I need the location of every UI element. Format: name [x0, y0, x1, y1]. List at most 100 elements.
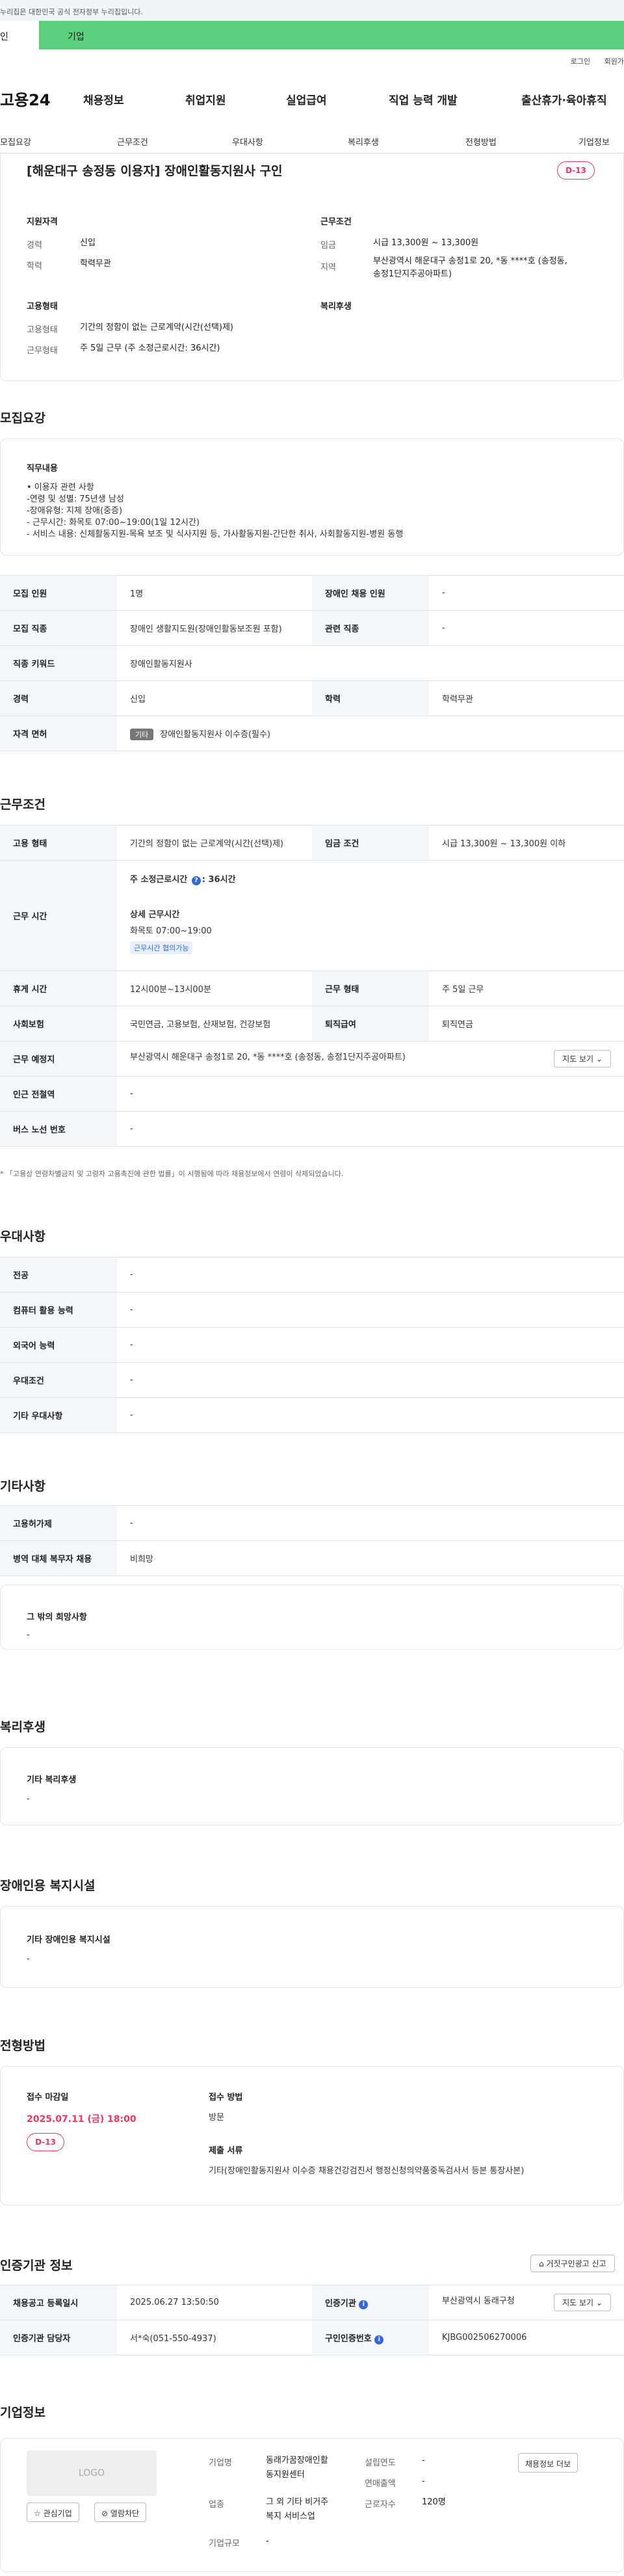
duty-heading: 직무내용	[27, 464, 58, 474]
disabled-hire-value: -	[429, 575, 624, 611]
nav-job-skills[interactable]: 직업 능력 개발	[389, 91, 458, 107]
star-icon: ☆	[34, 2509, 41, 2518]
agency-map-label: 지도 보기	[562, 2298, 594, 2307]
nav-unemployment-benefit[interactable]: 실업급여	[286, 91, 327, 107]
benefit-heading: 복리후생	[320, 302, 352, 312]
hours-tag: 근무시간 협의가능	[130, 941, 193, 954]
job-summary-card: [해운대구 송정동 이용자] 장애인활동지원사 구인 D-13 지원자격 경력 …	[0, 154, 624, 381]
location-value: 부산광역시 해운대구 송정1로 20, *동 ****호 (송정동, 송정1단지…	[130, 1053, 406, 1062]
table-row: 외국어 능력 -	[0, 1327, 624, 1363]
welfare-value: -	[27, 1794, 30, 1804]
size-label: 기업규모	[209, 2539, 240, 2549]
report-button[interactable]: ⌂ 거짓구인광고 신고	[530, 2255, 615, 2272]
preference-title: 우대사항	[0, 1229, 46, 1244]
pref-label: 컴퓨터 활용 능력	[0, 1292, 117, 1328]
table-row: 인증기관 담당자 서*숙(051-550-4937) 구인인증번호 i KJBG…	[0, 2320, 624, 2355]
nav-employment-support[interactable]: 취업지원	[185, 91, 226, 107]
info-icon[interactable]: i	[359, 2300, 369, 2309]
founded-label: 설립연도	[365, 2458, 396, 2468]
age-note: * 「고용상 연령차별금지 및 고령자 고용촉진에 관한 법률」이 시행됨에 따…	[0, 1170, 344, 1178]
area-label: 지역	[320, 263, 336, 273]
anchor-recruit[interactable]: 모집요강	[0, 135, 31, 148]
chevron-down-icon: ⌄	[595, 1054, 603, 1064]
method-value: 방문	[209, 2113, 224, 2123]
employees-label: 근로자수	[365, 2500, 396, 2510]
preference-table: 전공 - 컴퓨터 활용 능력 - 외국어 능력 - 우대조건 - 기타 우대사항 -	[0, 1257, 624, 1433]
license-label: 자격 면허	[0, 716, 117, 751]
tab-personal[interactable]: 인	[0, 21, 39, 49]
registered-value: 2025.06.27 13:50:50	[117, 2285, 312, 2320]
sales-label: 연매출액	[365, 2479, 396, 2489]
agency-map-button[interactable]: 지도 보기 ⌄	[554, 2294, 611, 2311]
company-name-label: 기업명	[209, 2458, 232, 2468]
anchor-conditions[interactable]: 근무조건	[117, 135, 148, 148]
retirement-value: 퇴직연금	[429, 1006, 624, 1041]
conditions-table: 고용 형태 기간의 정함이 없는 근로계약(시간(선택)제) 임금 조건 시급 …	[0, 825, 624, 1147]
login-link[interactable]: 로그인	[571, 57, 590, 66]
facility-heading: 기타 장애인용 복지시설	[27, 1935, 110, 1945]
nav-parental-leave[interactable]: 출산휴가·육아휴직	[521, 91, 607, 107]
block-company-button[interactable]: ⊘ 열람차단	[94, 2502, 147, 2522]
certification-title: 인증기관 정보	[0, 2259, 73, 2273]
duty-line: -장애유형: 지체 장애(중증)	[27, 506, 123, 516]
anchor-selection[interactable]: 전형방법	[465, 135, 497, 148]
industry-label: 업종	[209, 2500, 224, 2510]
break-label: 휴게 시간	[0, 971, 117, 1006]
fav-company-button[interactable]: ☆ 관심기업	[27, 2502, 79, 2522]
docs-label: 제출 서류	[209, 2146, 243, 2156]
map-button[interactable]: 지도 보기 ⌄	[554, 1050, 611, 1067]
headcount-value: 1명	[117, 575, 312, 611]
hours-detail-title: 상세 근무시간	[130, 910, 180, 920]
bus-label: 버스 노선 번호	[0, 1111, 117, 1147]
etc-label: 고용허가제	[0, 1505, 117, 1541]
employment-label: 고용 형태	[0, 825, 117, 861]
duty-box: 직무내용 • 이용자 관련 사항 -연령 및 성별: 75년생 남성 -장애유형…	[0, 438, 624, 556]
info-icon[interactable]: ?	[191, 876, 201, 885]
table-row: 직종 키워드 장애인활동지원사	[0, 645, 624, 681]
recruit-title: 모집요강	[0, 411, 46, 425]
job-value: 장애인 생활지도원(장애인활동보조원 포함)	[117, 610, 312, 646]
industry-line1: 그 외 기타 비거주	[266, 2497, 329, 2507]
company-jobs-button[interactable]: 채용정보 더보	[518, 2453, 578, 2473]
table-row: 고용 형태 기간의 정함이 없는 근로계약(시간(선택)제) 임금 조건 시급 …	[0, 825, 624, 861]
join-link[interactable]: 회원가	[604, 57, 624, 66]
deadline-label: 접수 마감일	[27, 2093, 69, 2102]
etc-label: 병역 대체 복무자 채용	[0, 1540, 117, 1576]
worktype-label: 근무 형태	[312, 971, 429, 1006]
company-logo-placeholder: LOGO	[27, 2450, 157, 2496]
welfare-title: 복리후생	[0, 1720, 46, 1734]
table-row: 우대조건 -	[0, 1362, 624, 1398]
founded-value: -	[422, 2456, 425, 2465]
worktype-value: 주 5일 근무	[429, 971, 624, 1006]
company-title: 기업정보	[0, 2406, 46, 2420]
agency-label-cell: 인증기관 i	[312, 2285, 429, 2320]
anchor-welfare[interactable]: 복리후생	[348, 135, 379, 148]
etc-value: 비희망	[117, 1540, 624, 1576]
site-logo[interactable]: 고용24	[0, 87, 51, 110]
anchor-company[interactable]: 기업정보	[578, 135, 610, 148]
etc-wish-value: -	[27, 1630, 30, 1640]
qual-heading: 지원자격	[27, 217, 58, 227]
company-box: LOGO ☆ 관심기업 ⊘ 열람차단 기업명 동래가꿈장애인활 동지원센터 업종…	[0, 2438, 624, 2572]
nav-job-info[interactable]: 채용정보	[83, 91, 124, 107]
gov-notice-bar: 누리집은 대한민국 공식 전자정부 누리집입니다.	[0, 0, 624, 21]
table-row: 근무 시간 주 소정근로시간 ?: 36시간 상세 근무시간 화목토 07:00…	[0, 860, 624, 971]
career-label: 경력	[0, 680, 117, 716]
table-row: 병역 대체 복무자 채용 비희망	[0, 1540, 624, 1576]
wage-label: 임금	[320, 241, 336, 250]
duty-line: - 근무시간: 화목토 07:00~19:00(1일 12시간)	[27, 518, 200, 528]
tab-company[interactable]: 기업	[39, 21, 624, 49]
keyword-label: 직종 키워드	[0, 645, 117, 681]
career-value: 신입	[80, 238, 96, 248]
conditions-title: 근무조건	[0, 798, 46, 812]
wage-label: 임금 조건	[312, 825, 429, 861]
related-job-label: 관련 직종	[312, 610, 429, 646]
pref-value: -	[117, 1327, 624, 1363]
info-icon[interactable]: i	[374, 2335, 384, 2344]
work-heading: 근무조건	[320, 217, 352, 227]
worktype-value: 주 5일 근무 (주 소정근로시간: 36시간)	[80, 343, 220, 353]
facility-box: 기타 장애인용 복지시설 -	[0, 1906, 624, 1988]
anchor-preference[interactable]: 우대사항	[232, 135, 263, 148]
map-button-label: 지도 보기	[562, 1054, 594, 1064]
facility-title: 장애인용 복지시설	[0, 1879, 96, 1893]
